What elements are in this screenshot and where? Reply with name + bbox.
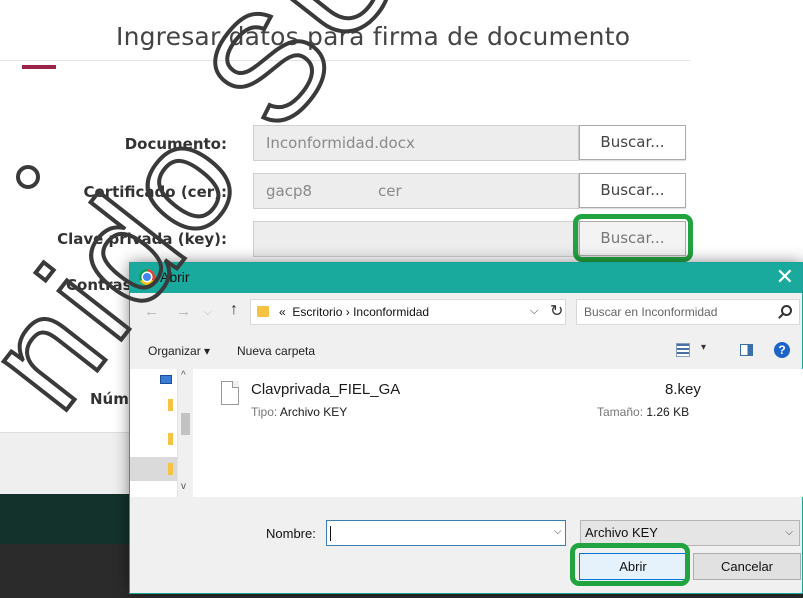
folder-icon — [257, 306, 269, 317]
file-size-label: Tamaño: — [597, 405, 644, 419]
text-caret — [330, 526, 331, 541]
certificado-field[interactable]: gacp8 cer — [253, 173, 579, 209]
refresh-icon[interactable]: ↻ — [550, 301, 563, 321]
nombre-dropdown-icon[interactable]: ⌵ — [554, 526, 562, 537]
documento-buscar-button[interactable]: Buscar... — [579, 125, 686, 160]
nueva-carpeta-button[interactable]: Nueva carpeta — [237, 344, 315, 358]
watermark-dot — [16, 165, 40, 189]
breadcrumb-separator: › — [345, 305, 350, 319]
address-dropdown-icon[interactable]: ⌵ — [530, 305, 538, 318]
recent-dropdown-icon[interactable]: ⌵ — [204, 307, 212, 318]
close-icon[interactable]: ✕ — [776, 265, 794, 289]
address-chevron[interactable]: « — [279, 305, 286, 319]
file-size-value: 1.26 KB — [646, 405, 690, 419]
preview-pane-icon[interactable] — [740, 344, 753, 356]
nombre-label: Nombre: — [266, 526, 316, 541]
title-accent-bar — [22, 65, 56, 69]
chrome-icon — [139, 269, 155, 285]
breadcrumb-escritorio[interactable]: Escritorio — [292, 305, 342, 319]
documento-field[interactable]: Inconformidad.docx — [253, 125, 579, 161]
search-box[interactable]: Buscar en Inconformidad — [576, 299, 800, 325]
clave-label: Clave privada (key): — [57, 230, 227, 248]
scroll-up-icon[interactable]: ^ — [181, 370, 186, 381]
open-file-dialog: Abrir ✕ ← → ⌵ ↑ « Escritorio › Inconform… — [129, 262, 803, 594]
folder-icon — [168, 399, 173, 411]
computer-icon — [160, 375, 172, 384]
clave-field[interactable] — [253, 221, 579, 257]
file-type-label: Tipo: — [251, 405, 278, 419]
clave-buscar-highlight — [573, 214, 693, 262]
file-list: Clavprivada_FIEL_GA 8.key Tipo: Archivo … — [193, 369, 803, 497]
file-type-value: Archivo KEY — [279, 405, 348, 419]
certificado-value-end: cer — [378, 182, 402, 200]
folder-icon — [168, 433, 173, 445]
certificado-label: Certificado (cer): — [83, 183, 227, 201]
file-type-selected: Archivo KEY — [585, 525, 658, 540]
help-icon[interactable]: ? — [774, 342, 790, 358]
numero-label: Núm — [90, 390, 129, 408]
scroll-thumb[interactable] — [181, 413, 190, 435]
title-divider — [0, 60, 690, 61]
dialog-title: Abrir — [160, 269, 190, 285]
scroll-down-icon[interactable]: v — [181, 481, 186, 492]
dialog-titlebar[interactable]: Abrir ✕ — [130, 263, 802, 293]
up-arrow-icon[interactable]: ↑ — [230, 301, 238, 319]
address-bar[interactable]: « Escritorio › Inconformidad — [250, 299, 566, 325]
documento-label: Documento: — [124, 135, 227, 153]
folder-icon — [168, 463, 173, 475]
search-icon[interactable] — [781, 305, 792, 316]
command-bar: Organizar ▾ Nueva carpeta ▾ ? — [130, 335, 802, 367]
chevron-down-icon: ⌵ — [785, 527, 793, 538]
view-options-icon[interactable] — [676, 343, 690, 357]
abrir-highlight — [570, 543, 690, 586]
organizar-menu[interactable]: Organizar ▾ — [148, 344, 210, 358]
forward-arrow-icon[interactable]: → — [176, 303, 191, 320]
view-dropdown-icon[interactable]: ▾ — [701, 342, 706, 353]
nombre-input[interactable] — [326, 520, 566, 546]
document-icon — [221, 381, 239, 405]
cancelar-button[interactable]: Cancelar — [693, 553, 801, 580]
contrasena-label: Contras — [66, 276, 132, 294]
nav-scrollbar[interactable]: ^ v — [177, 369, 192, 497]
certificado-value-start: gacp8 — [266, 182, 313, 200]
file-name: Clavprivada_FIEL_GA — [251, 381, 401, 398]
search-placeholder: Buscar en Inconformidad — [584, 305, 718, 319]
breadcrumb-inconformidad[interactable]: Inconformidad — [353, 305, 429, 319]
file-extension: 8.key — [665, 381, 701, 398]
certificado-buscar-button[interactable]: Buscar... — [579, 173, 686, 208]
back-arrow-icon[interactable]: ← — [144, 303, 159, 320]
page-title: Ingresar datos para firma de documento — [116, 22, 631, 51]
navigation-pane[interactable]: ^ v — [130, 369, 192, 497]
